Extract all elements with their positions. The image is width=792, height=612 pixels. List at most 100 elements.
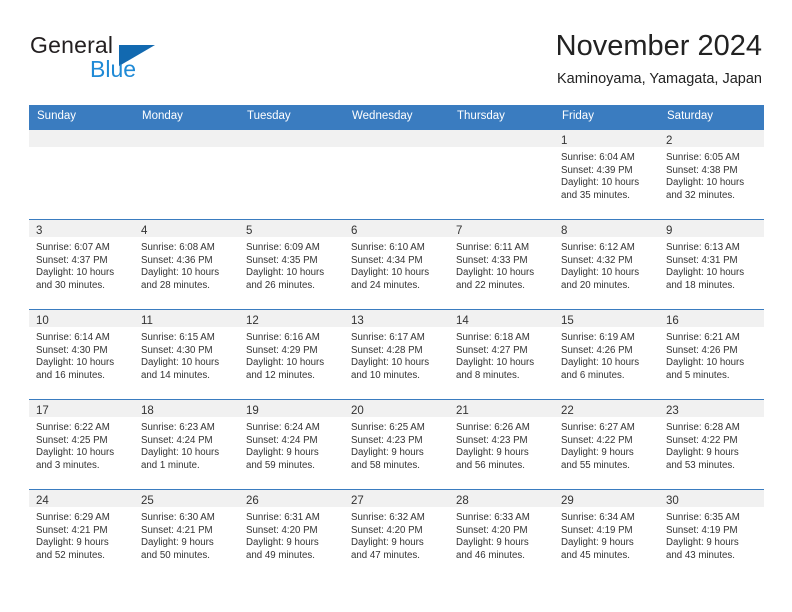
day-cell[interactable]: 13 Sunrise: 6:17 AM Sunset: 4:28 PM Dayligh… [344, 309, 449, 399]
weekday-monday: Monday [142, 110, 183, 122]
day-number-band: 6 [344, 220, 449, 237]
daylight-duration-line1: Daylight: 10 hours [36, 267, 115, 279]
sunrise-time: Sunrise: 6:21 AM [666, 332, 740, 343]
day-cell[interactable]: 2 Sunrise: 6:05 AM Sunset: 4:38 PM Daylight… [659, 129, 764, 219]
day-number-band: 12 [239, 310, 344, 327]
day-number: 14 [456, 315, 469, 327]
sunrise-time: Sunrise: 6:13 AM [666, 242, 740, 253]
day-cell[interactable]: 8 Sunrise: 6:12 AM Sunset: 4:32 PM Daylight… [554, 219, 659, 309]
daylight-duration-line1: Daylight: 10 hours [36, 447, 115, 459]
day-details: Sunrise: 6:09 AM Sunset: 4:35 PM Daylight:… [239, 237, 344, 292]
day-cell[interactable]: 21 Sunrise: 6:26 AM Sunset: 4:23 PM Dayligh… [449, 399, 554, 489]
day-number: 19 [246, 405, 259, 417]
daylight-duration-line1: Daylight: 9 hours [36, 537, 109, 549]
day-cell[interactable]: 30 Sunrise: 6:35 AM Sunset: 4:19 PM Dayligh… [659, 489, 764, 579]
daylight-duration-line1: Daylight: 10 hours [561, 267, 640, 279]
day-cell[interactable]: 16 Sunrise: 6:21 AM Sunset: 4:26 PM Dayligh… [659, 309, 764, 399]
sunrise-time: Sunrise: 6:28 AM [666, 422, 740, 433]
daylight-duration-line2: and 22 minutes. [456, 279, 525, 291]
daylight-duration-line1: Daylight: 10 hours [141, 267, 220, 279]
weekday-wednesday: Wednesday [352, 110, 413, 122]
day-number-band: 20 [344, 400, 449, 417]
day-details: Sunrise: 6:18 AM Sunset: 4:27 PM Daylight:… [449, 327, 554, 382]
day-details: Sunrise: 6:07 AM Sunset: 4:37 PM Daylight:… [29, 237, 134, 292]
daylight-duration-line2: and 49 minutes. [246, 549, 315, 561]
daylight-duration-line2: and 10 minutes. [351, 369, 420, 381]
sunrise-time: Sunrise: 6:26 AM [456, 422, 530, 433]
day-cell[interactable]: 7 Sunrise: 6:11 AM Sunset: 4:33 PM Daylight… [449, 219, 554, 309]
day-cell[interactable]: 18 Sunrise: 6:23 AM Sunset: 4:24 PM Dayligh… [134, 399, 239, 489]
sunset-time: Sunset: 4:20 PM [456, 524, 528, 536]
day-cell[interactable]: 12 Sunrise: 6:16 AM Sunset: 4:29 PM Dayligh… [239, 309, 344, 399]
day-number: 9 [666, 225, 673, 237]
day-cell[interactable]: 11 Sunrise: 6:15 AM Sunset: 4:30 PM Dayligh… [134, 309, 239, 399]
day-number: 17 [36, 405, 49, 417]
daylight-duration-line1: Daylight: 9 hours [246, 537, 319, 549]
day-cell[interactable]: 19 Sunrise: 6:24 AM Sunset: 4:24 PM Dayligh… [239, 399, 344, 489]
day-number: 8 [561, 225, 568, 237]
day-cell[interactable]: 6 Sunrise: 6:10 AM Sunset: 4:34 PM Daylight… [344, 219, 449, 309]
day-cell[interactable]: 14 Sunrise: 6:18 AM Sunset: 4:27 PM Dayligh… [449, 309, 554, 399]
day-number-band [344, 130, 449, 147]
day-number-band: 13 [344, 310, 449, 327]
sunrise-time: Sunrise: 6:15 AM [141, 332, 215, 343]
daylight-duration-line2: and 50 minutes. [141, 549, 210, 561]
daylight-duration-line2: and 45 minutes. [561, 549, 630, 561]
day-number: 18 [141, 405, 154, 417]
daylight-duration-line2: and 16 minutes. [36, 369, 105, 381]
sunset-time: Sunset: 4:22 PM [666, 434, 738, 446]
daylight-duration-line2: and 1 minute. [141, 459, 200, 471]
sunrise-time: Sunrise: 6:25 AM [351, 422, 425, 433]
day-cell[interactable]: 27 Sunrise: 6:32 AM Sunset: 4:20 PM Dayligh… [344, 489, 449, 579]
day-number: 25 [141, 495, 154, 507]
day-number-band: 28 [449, 490, 554, 507]
sunrise-time: Sunrise: 6:32 AM [351, 512, 425, 523]
day-details: Sunrise: 6:26 AM Sunset: 4:23 PM Daylight:… [449, 417, 554, 472]
day-number-band: 2 [659, 130, 764, 147]
day-number-band: 18 [134, 400, 239, 417]
calendar-week-row: 17 Sunrise: 6:22 AM Sunset: 4:25 PM Dayligh… [29, 399, 764, 489]
page-header: General Blue November 2024 Kaminoyama, Y… [30, 28, 762, 94]
day-cell[interactable]: 22 Sunrise: 6:27 AM Sunset: 4:22 PM Dayligh… [554, 399, 659, 489]
day-cell[interactable]: 26 Sunrise: 6:31 AM Sunset: 4:20 PM Dayligh… [239, 489, 344, 579]
daylight-duration-line1: Daylight: 9 hours [456, 447, 529, 459]
day-cell[interactable]: 9 Sunrise: 6:13 AM Sunset: 4:31 PM Daylight… [659, 219, 764, 309]
day-cell[interactable]: 20 Sunrise: 6:25 AM Sunset: 4:23 PM Dayligh… [344, 399, 449, 489]
day-cell[interactable]: 5 Sunrise: 6:09 AM Sunset: 4:35 PM Daylight… [239, 219, 344, 309]
day-number-band: 27 [344, 490, 449, 507]
sunset-time: Sunset: 4:20 PM [351, 524, 423, 536]
day-cell[interactable]: 3 Sunrise: 6:07 AM Sunset: 4:37 PM Daylight… [29, 219, 134, 309]
title-block: November 2024 Kaminoyama, Yamagata, Japa… [556, 28, 762, 90]
daylight-duration-line2: and 18 minutes. [666, 279, 735, 291]
day-cell[interactable]: 24 Sunrise: 6:29 AM Sunset: 4:21 PM Dayligh… [29, 489, 134, 579]
page-title: November 2024 [555, 30, 762, 62]
day-number-band: 25 [134, 490, 239, 507]
day-number: 20 [351, 405, 364, 417]
daylight-duration-line1: Daylight: 9 hours [666, 447, 739, 459]
brand-logo[interactable]: General Blue [30, 32, 260, 88]
day-cell[interactable]: 25 Sunrise: 6:30 AM Sunset: 4:21 PM Dayligh… [134, 489, 239, 579]
sunset-time: Sunset: 4:23 PM [351, 434, 423, 446]
day-cell[interactable]: 29 Sunrise: 6:34 AM Sunset: 4:19 PM Dayligh… [554, 489, 659, 579]
daylight-duration-line1: Daylight: 10 hours [456, 267, 535, 279]
sunrise-time: Sunrise: 6:04 AM [561, 152, 635, 163]
day-cell[interactable]: 4 Sunrise: 6:08 AM Sunset: 4:36 PM Daylight… [134, 219, 239, 309]
day-details: Sunrise: 6:10 AM Sunset: 4:34 PM Daylight:… [344, 237, 449, 292]
daylight-duration-line1: Daylight: 10 hours [246, 357, 325, 369]
day-number-band: 3 [29, 220, 134, 237]
day-cell[interactable]: 23 Sunrise: 6:28 AM Sunset: 4:22 PM Dayligh… [659, 399, 764, 489]
daylight-duration-line2: and 3 minutes. [36, 459, 100, 471]
day-details: Sunrise: 6:21 AM Sunset: 4:26 PM Daylight:… [659, 327, 764, 382]
day-cell[interactable]: 1 Sunrise: 6:04 AM Sunset: 4:39 PM Daylight… [554, 129, 659, 219]
daylight-duration-line2: and 43 minutes. [666, 549, 735, 561]
day-number-band [239, 130, 344, 147]
sunrise-time: Sunrise: 6:11 AM [456, 242, 530, 253]
daylight-duration-line2: and 59 minutes. [246, 459, 315, 471]
sunrise-time: Sunrise: 6:24 AM [246, 422, 320, 433]
day-cell[interactable]: 15 Sunrise: 6:19 AM Sunset: 4:26 PM Dayligh… [554, 309, 659, 399]
day-cell[interactable]: 28 Sunrise: 6:33 AM Sunset: 4:20 PM Dayligh… [449, 489, 554, 579]
sunrise-time: Sunrise: 6:30 AM [141, 512, 215, 523]
weekday-friday: Friday [562, 110, 594, 122]
day-cell[interactable]: 17 Sunrise: 6:22 AM Sunset: 4:25 PM Dayligh… [29, 399, 134, 489]
day-cell[interactable]: 10 Sunrise: 6:14 AM Sunset: 4:30 PM Dayligh… [29, 309, 134, 399]
